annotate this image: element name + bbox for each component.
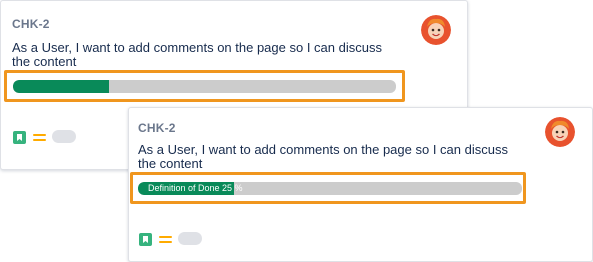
- user-avatar[interactable]: [421, 15, 451, 45]
- estimate-badge: [178, 232, 202, 245]
- issue-summary-line-1: As a User, I want to add comments on the…: [12, 40, 382, 55]
- story-icon: [139, 233, 152, 246]
- estimate-badge: [52, 130, 76, 143]
- priority-medium-icon: [159, 235, 172, 245]
- progress-highlight: [4, 70, 405, 102]
- issue-summary-line-2: the content: [12, 54, 77, 69]
- board-stage: CHK-2 As a User, I want to add comments …: [0, 0, 593, 262]
- issue-summary-line-1: As a User, I want to add comments on the…: [138, 142, 508, 157]
- user-avatar[interactable]: [545, 117, 575, 147]
- issue-key[interactable]: CHK-2: [12, 17, 50, 31]
- definition-of-done-progress-bar[interactable]: Definition of Done 25 %: [138, 182, 522, 195]
- definition-of-done-progress-bar[interactable]: [13, 80, 396, 93]
- story-icon: [13, 131, 26, 144]
- progress-fill: [13, 80, 109, 93]
- issue-summary-line-2: the content: [138, 156, 203, 171]
- issue-card[interactable]: CHK-2 As a User, I want to add comments …: [128, 107, 593, 262]
- user-avatar-image: [545, 117, 575, 147]
- progress-label: Definition of Done 25 %: [148, 183, 243, 193]
- progress-highlight: Definition of Done 25 %: [130, 172, 526, 204]
- user-avatar-image: [421, 15, 451, 45]
- priority-medium-icon: [33, 133, 46, 143]
- issue-key[interactable]: CHK-2: [138, 121, 176, 135]
